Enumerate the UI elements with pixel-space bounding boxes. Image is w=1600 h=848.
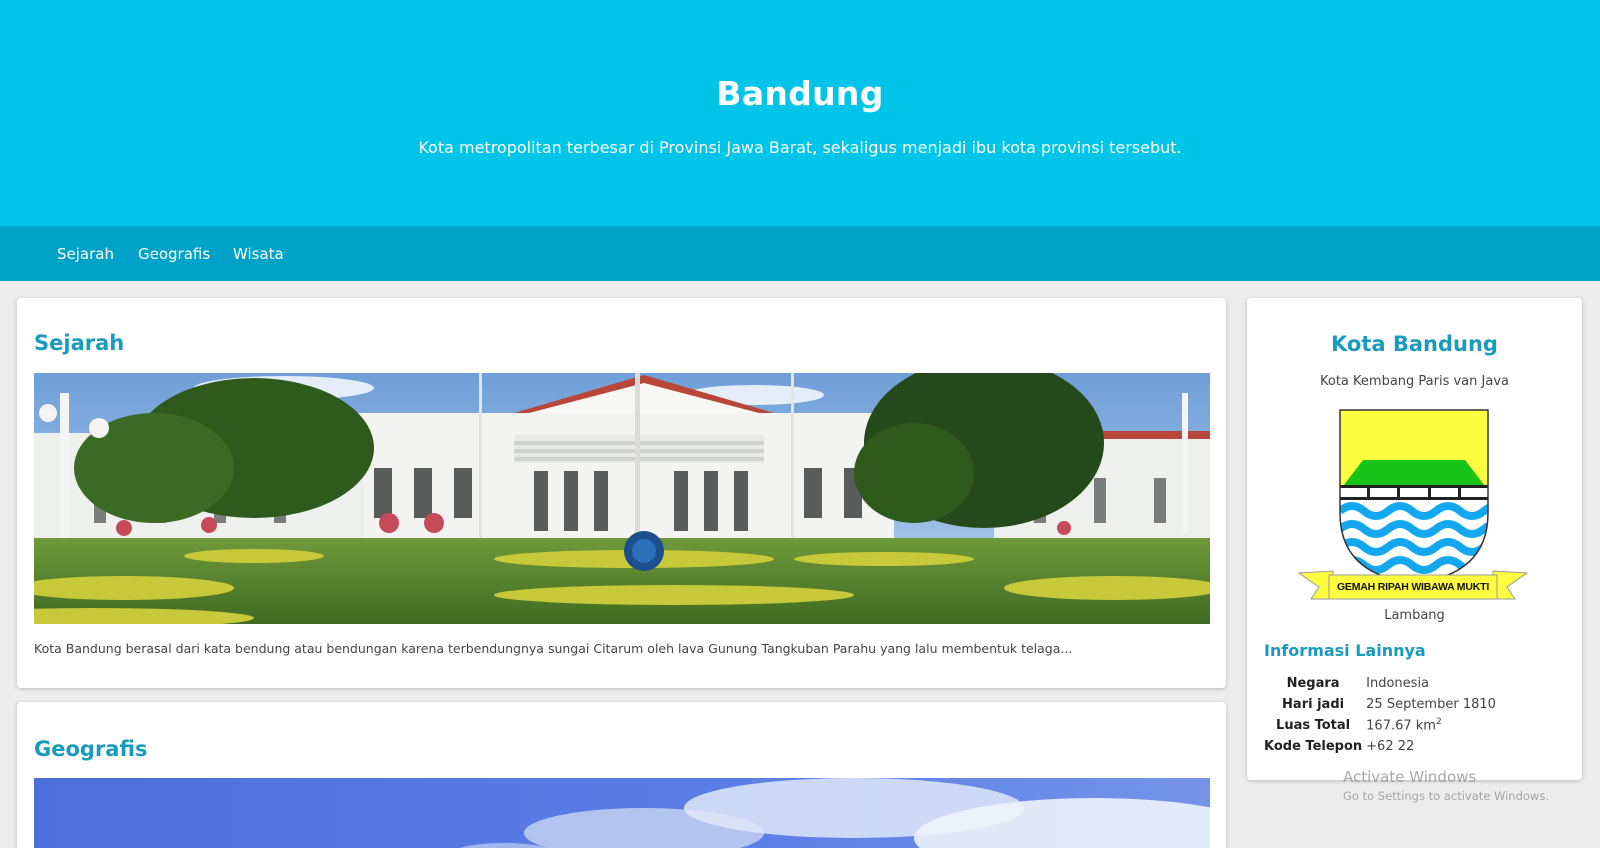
info-row: Kode Telepon +62 22 [1264, 736, 1496, 757]
emblem-caption: Lambang [1384, 608, 1445, 623]
sidebar-subtitle: Kota Kembang Paris van Java [1320, 374, 1509, 389]
info-table: Negara Indonesia Hari jadi 25 September … [1264, 673, 1496, 757]
info-value-area: 167.67 km2 [1366, 715, 1496, 736]
navbar: Sejarah Geografis Wisata [0, 226, 1600, 281]
info-row: Negara Indonesia [1264, 673, 1496, 694]
info-key: Kode Telepon [1264, 739, 1363, 754]
geografis-card: Geografis [17, 702, 1226, 848]
area-value: 167.67 km [1366, 718, 1436, 734]
info-row: Hari jadi 25 September 1810 [1264, 694, 1496, 715]
area-unit-exponent: 2 [1435, 717, 1442, 728]
geografis-photo [34, 778, 1210, 848]
sejarah-excerpt: Kota Bandung berasal dari kata bendung a… [34, 641, 1073, 656]
info-title: Informasi Lainnya [1264, 641, 1426, 660]
info-key: Negara [1286, 676, 1340, 691]
info-value: 25 September 1810 [1366, 697, 1496, 712]
sidebar-title: Kota Bandung [1331, 332, 1498, 356]
watermark-line2: Go to Settings to activate Windows. [1343, 789, 1549, 803]
info-row: Luas Total 167.67 km2 [1264, 715, 1496, 736]
city-info-card: Kota Bandung Kota Kembang Paris van Java [1247, 298, 1582, 780]
nav-link-sejarah[interactable]: Sejarah [57, 245, 114, 263]
page-title: Bandung [716, 74, 884, 113]
page-subtitle: Kota metropolitan terbesar di Provinsi J… [418, 138, 1182, 157]
city-emblem: GEMAH RIPAH WIBAWA MUKTI [1297, 403, 1529, 615]
sejarah-card: Sejarah Kota Bandung berasal dari kata b… [17, 298, 1226, 688]
sejarah-title: Sejarah [34, 331, 125, 355]
jumbotron-header: Bandung Kota metropolitan terbesar di Pr… [0, 0, 1600, 226]
info-value: Indonesia [1366, 676, 1430, 691]
info-key: Luas Total [1276, 718, 1351, 733]
nav-link-geografis[interactable]: Geografis [138, 245, 210, 263]
gedung-sate-photo [34, 373, 1210, 624]
info-value: +62 22 [1366, 739, 1415, 754]
nav-link-wisata[interactable]: Wisata [233, 245, 284, 263]
info-key: Hari jadi [1282, 697, 1345, 712]
geografis-title: Geografis [34, 737, 148, 761]
emblem-motto: GEMAH RIPAH WIBAWA MUKTI [1336, 581, 1490, 593]
